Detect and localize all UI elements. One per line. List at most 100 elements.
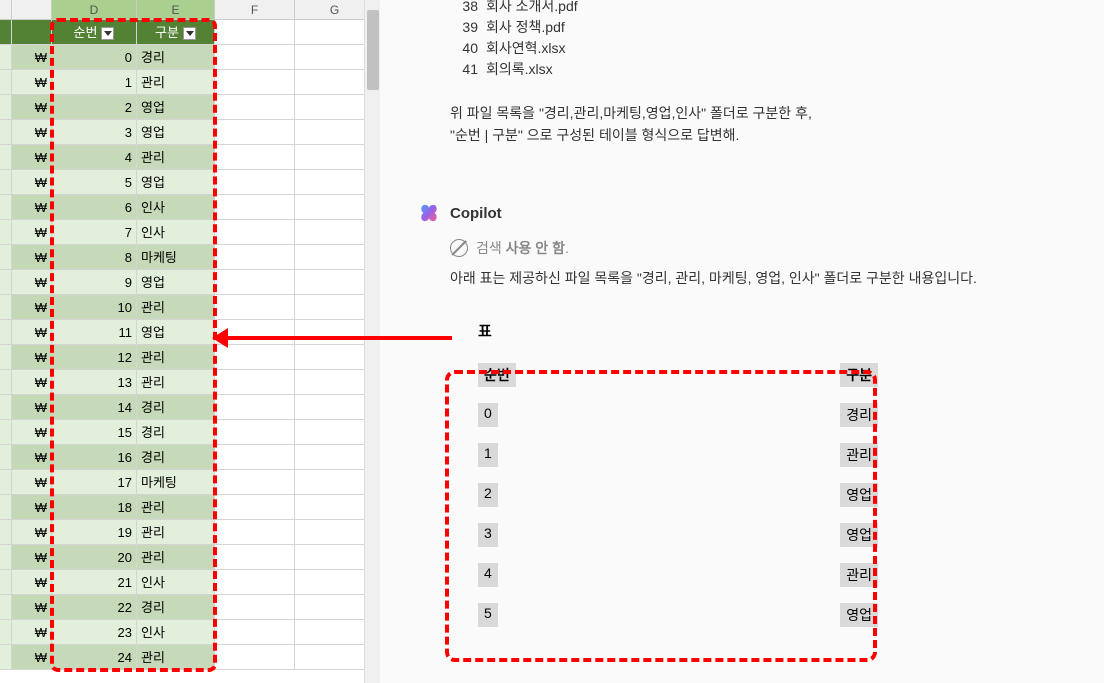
currency-cell[interactable]: ₩ — [12, 620, 52, 644]
seq-cell[interactable]: 16 — [52, 445, 137, 469]
empty-cell[interactable] — [295, 195, 375, 219]
currency-cell[interactable]: ₩ — [12, 345, 52, 369]
seq-cell[interactable]: 7 — [52, 220, 137, 244]
seq-cell[interactable]: 23 — [52, 620, 137, 644]
empty-cell[interactable] — [295, 220, 375, 244]
empty-cell[interactable] — [295, 520, 375, 544]
table-row[interactable]: ₩13관리 — [0, 370, 380, 395]
cat-cell[interactable]: 인사 — [137, 220, 215, 244]
currency-cell[interactable]: ₩ — [12, 420, 52, 444]
table-row[interactable]: ₩1관리 — [0, 70, 380, 95]
empty-cell[interactable] — [215, 520, 295, 544]
currency-cell[interactable]: ₩ — [12, 45, 52, 69]
header-seq[interactable]: 순번 — [52, 20, 137, 44]
currency-cell[interactable]: ₩ — [12, 270, 52, 294]
cat-cell[interactable]: 관리 — [137, 545, 215, 569]
currency-cell[interactable]: ₩ — [12, 145, 52, 169]
empty-cell[interactable] — [215, 370, 295, 394]
empty-cell[interactable] — [295, 170, 375, 194]
cat-cell[interactable]: 마케팅 — [137, 245, 215, 269]
currency-cell[interactable]: ₩ — [12, 570, 52, 594]
empty-cell[interactable] — [295, 620, 375, 644]
table-row[interactable]: ₩24관리 — [0, 645, 380, 670]
empty-cell[interactable] — [215, 620, 295, 644]
table-row[interactable]: ₩11영업 — [0, 320, 380, 345]
cat-cell[interactable]: 관리 — [137, 370, 215, 394]
seq-cell[interactable]: 8 — [52, 245, 137, 269]
scrollbar-thumb[interactable] — [367, 10, 379, 90]
seq-cell[interactable]: 11 — [52, 320, 137, 344]
seq-cell[interactable]: 14 — [52, 395, 137, 419]
seq-cell[interactable]: 5 — [52, 170, 137, 194]
table-row[interactable]: ₩19관리 — [0, 520, 380, 545]
seq-cell[interactable]: 1 — [52, 70, 137, 94]
spreadsheet-pane[interactable]: D E F G 순번구분₩0경리₩1관리₩2영업₩3영업₩4관리₩5영업₩6인사… — [0, 0, 380, 683]
table-row[interactable]: ₩15경리 — [0, 420, 380, 445]
header-cat[interactable]: 구분 — [137, 20, 215, 44]
cat-cell[interactable]: 경리 — [137, 595, 215, 619]
empty-cell[interactable] — [215, 495, 295, 519]
empty-cell[interactable] — [295, 595, 375, 619]
currency-cell[interactable]: ₩ — [12, 320, 52, 344]
empty-cell[interactable] — [215, 645, 295, 669]
seq-cell[interactable]: 20 — [52, 545, 137, 569]
cat-cell[interactable]: 인사 — [137, 570, 215, 594]
col-header-D[interactable]: D — [52, 0, 137, 19]
table-row[interactable]: ₩6인사 — [0, 195, 380, 220]
empty-cell[interactable] — [215, 245, 295, 269]
seq-cell[interactable]: 3 — [52, 120, 137, 144]
seq-cell[interactable]: 9 — [52, 270, 137, 294]
empty-cell[interactable] — [295, 145, 375, 169]
seq-cell[interactable]: 24 — [52, 645, 137, 669]
empty-cell[interactable] — [295, 545, 375, 569]
seq-cell[interactable]: 15 — [52, 420, 137, 444]
cat-cell[interactable]: 관리 — [137, 645, 215, 669]
table-row[interactable]: ₩4관리 — [0, 145, 380, 170]
empty-cell[interactable] — [295, 270, 375, 294]
cat-cell[interactable]: 경리 — [137, 445, 215, 469]
empty-cell[interactable] — [215, 470, 295, 494]
table-row[interactable]: ₩14경리 — [0, 395, 380, 420]
empty-cell[interactable] — [215, 270, 295, 294]
currency-cell[interactable]: ₩ — [12, 70, 52, 94]
cat-cell[interactable]: 경리 — [137, 420, 215, 444]
empty-cell[interactable] — [215, 70, 295, 94]
table-row[interactable]: ₩8마케팅 — [0, 245, 380, 270]
table-row[interactable]: ₩17마케팅 — [0, 470, 380, 495]
cat-cell[interactable]: 영업 — [137, 320, 215, 344]
empty-cell[interactable] — [295, 95, 375, 119]
filter-button[interactable] — [101, 27, 114, 40]
empty-cell[interactable] — [215, 120, 295, 144]
seq-cell[interactable]: 6 — [52, 195, 137, 219]
table-row[interactable]: ₩9영업 — [0, 270, 380, 295]
empty-cell[interactable] — [215, 445, 295, 469]
seq-cell[interactable]: 13 — [52, 370, 137, 394]
empty-cell[interactable] — [215, 170, 295, 194]
cat-cell[interactable]: 관리 — [137, 295, 215, 319]
seq-cell[interactable]: 22 — [52, 595, 137, 619]
seq-cell[interactable]: 2 — [52, 95, 137, 119]
empty-cell[interactable] — [295, 420, 375, 444]
empty-cell[interactable] — [215, 95, 295, 119]
currency-cell[interactable]: ₩ — [12, 195, 52, 219]
empty-cell[interactable] — [295, 320, 375, 344]
vertical-scrollbar[interactable] — [364, 0, 380, 683]
empty-cell[interactable] — [295, 245, 375, 269]
currency-cell[interactable]: ₩ — [12, 170, 52, 194]
empty-cell[interactable] — [295, 570, 375, 594]
currency-cell[interactable]: ₩ — [12, 220, 52, 244]
col-header-E[interactable]: E — [137, 0, 215, 19]
table-row[interactable]: ₩3영업 — [0, 120, 380, 145]
cat-cell[interactable]: 영업 — [137, 170, 215, 194]
empty-cell[interactable] — [295, 70, 375, 94]
empty-cell[interactable] — [215, 295, 295, 319]
empty-cell[interactable] — [295, 495, 375, 519]
seq-cell[interactable]: 18 — [52, 495, 137, 519]
empty-cell[interactable] — [215, 545, 295, 569]
empty-cell[interactable] — [215, 595, 295, 619]
empty-cell[interactable] — [295, 370, 375, 394]
empty-cell[interactable] — [295, 395, 375, 419]
empty-cell[interactable] — [295, 295, 375, 319]
cat-cell[interactable]: 관리 — [137, 145, 215, 169]
empty-cell[interactable] — [295, 345, 375, 369]
